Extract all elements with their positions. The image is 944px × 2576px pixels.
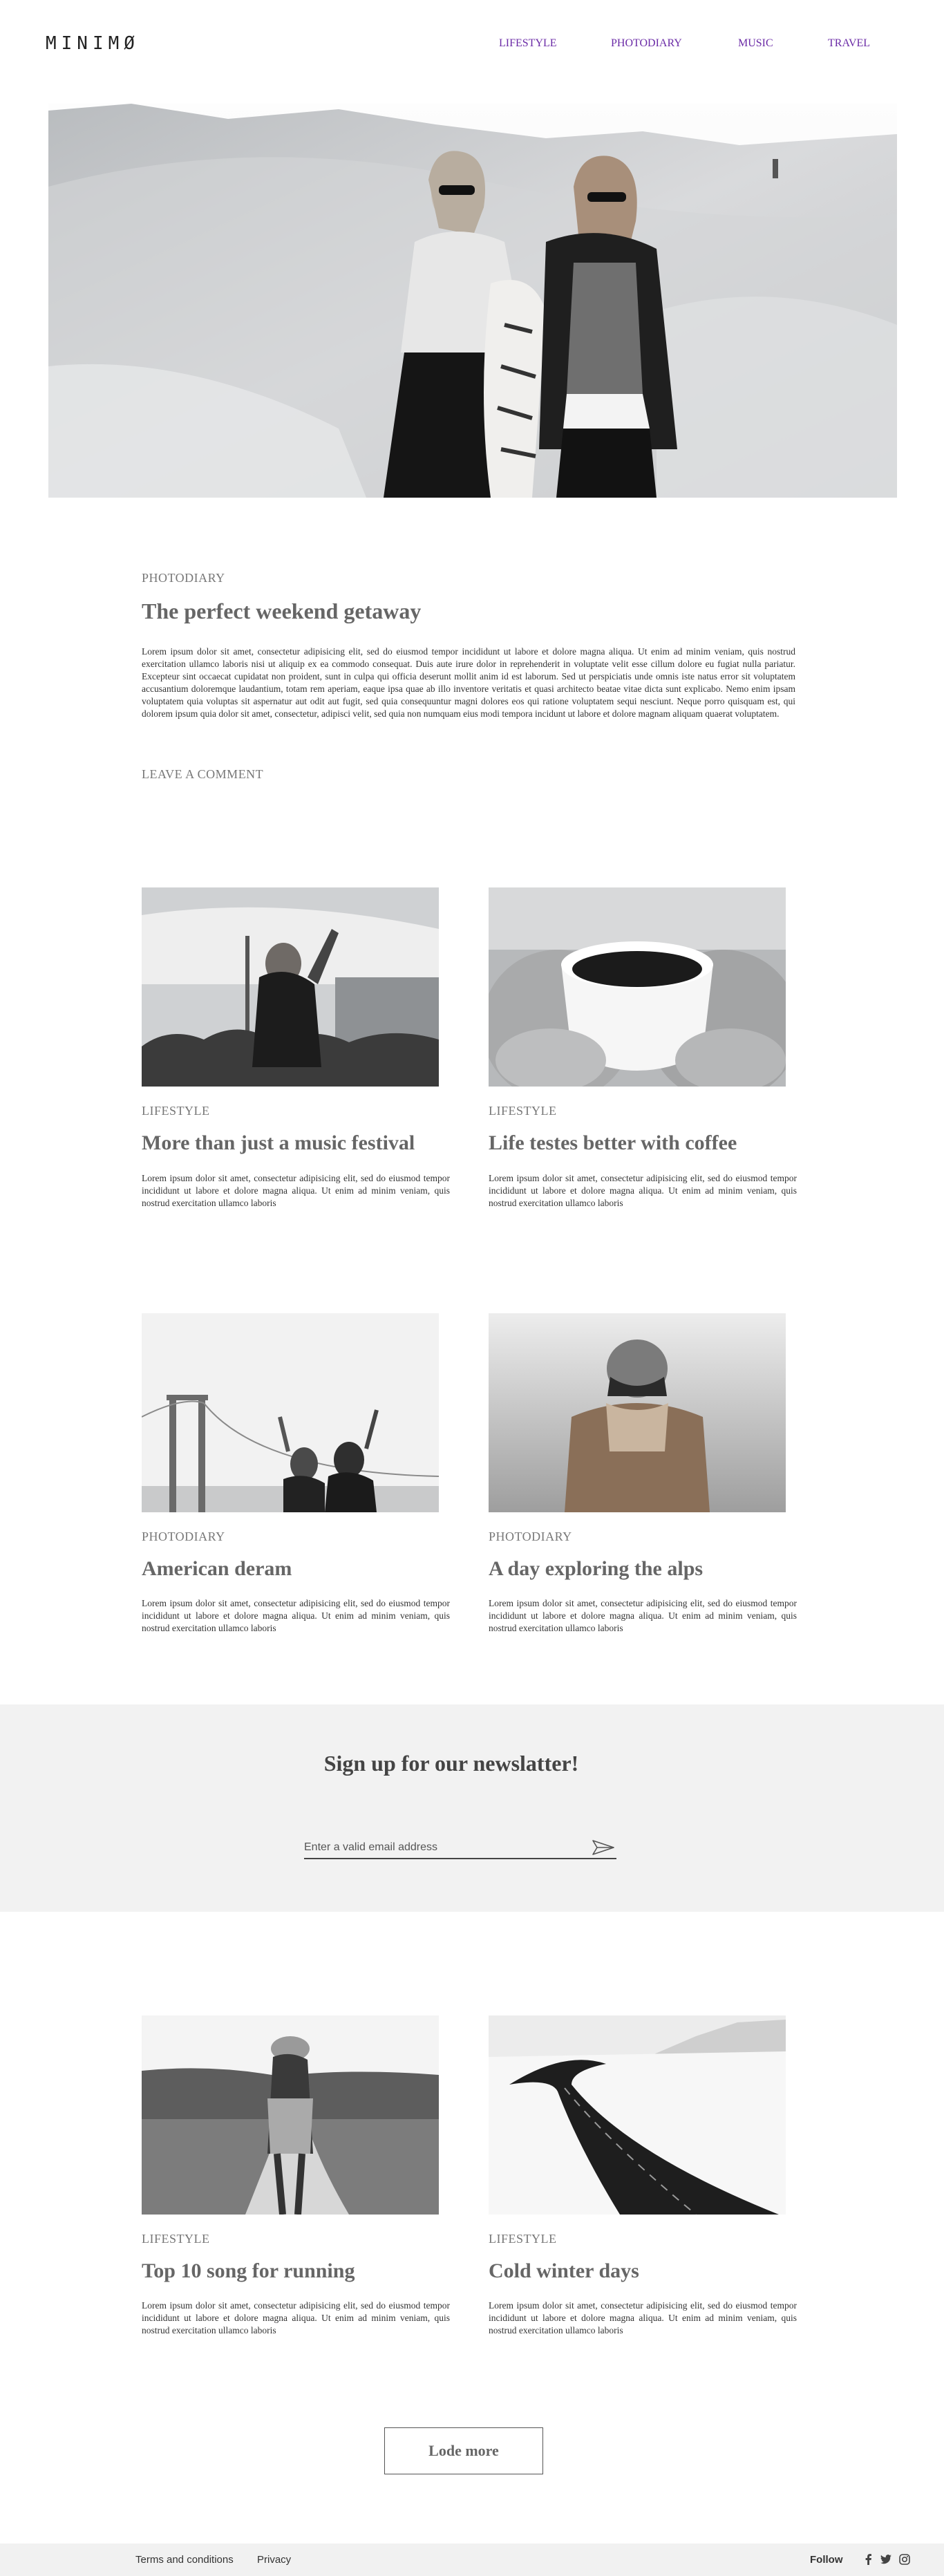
post-excerpt: Lorem ipsum dolor sit amet, consectetur … <box>142 1173 450 1208</box>
featured-category[interactable]: PHOTODIARY <box>142 571 225 585</box>
post-title[interactable]: A day exploring the alps <box>489 1557 703 1581</box>
post-image[interactable] <box>142 1313 439 1512</box>
post-category[interactable]: LIFESTYLE <box>489 1104 557 1118</box>
post-image[interactable] <box>142 2015 439 2215</box>
newsletter-section <box>0 1704 944 1912</box>
follow-label: Follow <box>810 2554 843 2566</box>
hero-photo <box>48 104 897 498</box>
site-footer: Terms and conditions Privacy Follow <box>0 2544 944 2576</box>
featured-title[interactable]: The perfect weekend getaway <box>142 599 421 624</box>
post-image[interactable] <box>489 887 786 1087</box>
post-image[interactable] <box>142 887 439 1087</box>
post-category[interactable]: LIFESTYLE <box>142 2232 210 2246</box>
nav-photodiary[interactable]: PHOTODIARY <box>611 37 682 50</box>
post-category[interactable]: LIFESTYLE <box>489 2232 557 2246</box>
post-category[interactable]: PHOTODIARY <box>489 1530 572 1544</box>
post-excerpt: Lorem ipsum dolor sit amet, consectetur … <box>489 2300 797 2335</box>
twitter-icon[interactable] <box>880 2553 892 2566</box>
site-logo[interactable]: MINIMØ <box>46 33 140 54</box>
featured-body: Lorem ipsum dolor sit amet, consectetur … <box>142 646 795 719</box>
post-title[interactable]: More than just a music festival <box>142 1131 415 1155</box>
post-excerpt: Lorem ipsum dolor sit amet, consectetur … <box>489 1598 797 1633</box>
post-title[interactable]: Life testes better with coffee <box>489 1131 737 1155</box>
load-more-button[interactable]: Lode more <box>384 2427 543 2474</box>
paper-plane-icon <box>592 1840 614 1855</box>
instagram-icon[interactable] <box>898 2553 911 2566</box>
nav-music[interactable]: MUSIC <box>738 37 773 50</box>
post-category[interactable]: LIFESTYLE <box>142 1104 210 1118</box>
post-title[interactable]: Cold winter days <box>489 2259 639 2283</box>
post-excerpt: Lorem ipsum dolor sit amet, consectetur … <box>142 1598 450 1633</box>
nav-travel[interactable]: TRAVEL <box>828 37 870 50</box>
newsletter-title: Sign up for our newslatter! <box>323 1751 579 1776</box>
post-image[interactable] <box>489 1313 786 1512</box>
post-image[interactable] <box>489 2015 786 2215</box>
post-title[interactable]: American deram <box>142 1557 292 1581</box>
newsletter-form <box>304 1839 616 1859</box>
nav-lifestyle[interactable]: LIFESTYLE <box>499 37 557 50</box>
post-excerpt: Lorem ipsum dolor sit amet, consectetur … <box>489 1173 797 1208</box>
post-excerpt: Lorem ipsum dolor sit amet, consectetur … <box>142 2300 450 2335</box>
email-input[interactable] <box>304 1839 574 1856</box>
post-category[interactable]: PHOTODIARY <box>142 1530 225 1544</box>
terms-link[interactable]: Terms and conditions <box>135 2554 234 2566</box>
post-title[interactable]: Top 10 song for running <box>142 2259 355 2283</box>
facebook-icon[interactable] <box>862 2553 875 2566</box>
privacy-link[interactable]: Privacy <box>257 2554 291 2566</box>
leave-comment-link[interactable]: LEAVE A COMMENT <box>142 767 263 782</box>
send-button[interactable] <box>592 1839 615 1856</box>
